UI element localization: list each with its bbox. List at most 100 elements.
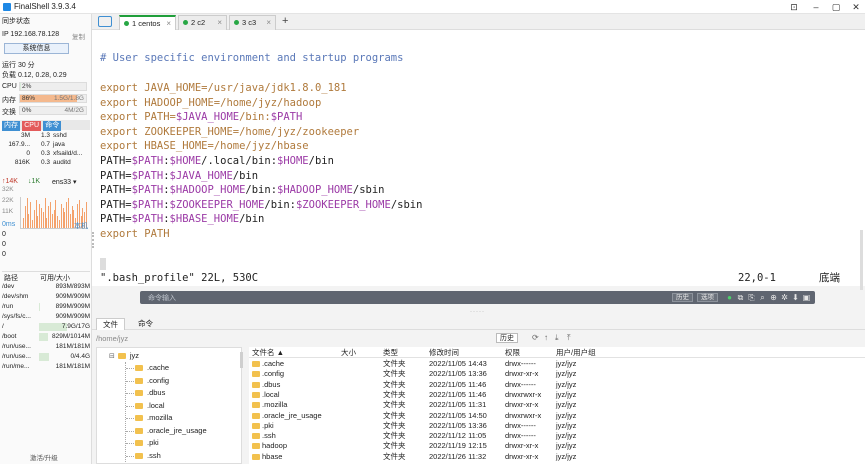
tab-files[interactable]: 文件 [96, 318, 125, 330]
upload-icon[interactable]: ⤒ [567, 333, 571, 343]
system-info-button[interactable]: 系统信息 [4, 43, 69, 54]
pin-icon[interactable]: ⊡ [787, 1, 801, 13]
tab-sort-cmd[interactable]: 命令 [43, 121, 62, 131]
terminal[interactable]: # User specific environment and startup … [92, 30, 865, 290]
history-button[interactable]: 历史 [672, 293, 693, 302]
disk-row[interactable]: /boot 829M/1014M [2, 332, 90, 342]
file-row[interactable]: .mozilla 文件夹 2022/11/05 11:31 drwxr-xr-x jyz… [249, 400, 865, 410]
tab-session-1[interactable]: 1 centos × [119, 15, 176, 30]
copy-ip-link[interactable]: 复制 [72, 31, 85, 41]
latency-host[interactable]: 本机 [74, 221, 88, 231]
process-cmd: xfsaild/d... [53, 150, 83, 157]
disk-row[interactable]: /sys/fs/c... 909M/909M [2, 312, 90, 322]
tree-guide [126, 380, 134, 382]
disk-row[interactable]: / 7.9G/17G [2, 322, 90, 332]
sync-status[interactable]: 同步状态 [2, 16, 30, 26]
up-dir-icon[interactable]: ↑ [544, 333, 548, 342]
panel-resize-handle[interactable] [92, 232, 94, 248]
tree-label: jyz [129, 351, 140, 360]
terminal-line: PATH=$PATH:$JAVA_HOME/bin [100, 169, 259, 182]
close-tab-icon[interactable]: × [266, 16, 271, 30]
disk-row[interactable]: /run/use... 0/4.4G [2, 352, 90, 362]
tree-scrollbar[interactable] [240, 352, 243, 368]
file-row[interactable]: .dbus 文件夹 2022/11/05 11:46 drwx------ jyz/jy… [249, 380, 865, 390]
path-input[interactable]: /home/jyz [96, 334, 128, 343]
terminal-line: export PATH [100, 228, 170, 240]
close-tab-icon[interactable]: × [217, 16, 222, 30]
command-input[interactable]: 命令输入 [148, 293, 176, 303]
disk-size: 909M/909M [55, 313, 90, 320]
col-name[interactable]: 文件名 ▲ [252, 347, 284, 358]
tree-item[interactable]: .config [135, 375, 169, 386]
tree-root[interactable]: ⊟ jyz [109, 350, 139, 361]
disk-size: 7.9G/17G [61, 323, 90, 330]
zoom-icon[interactable]: ⊕ [769, 293, 778, 302]
tree-item[interactable]: .ssh [135, 450, 161, 461]
tree-item[interactable]: .local [135, 400, 165, 411]
disk-row[interactable]: /run/me... 181M/181M [2, 362, 90, 372]
tree-item[interactable]: .mozilla [135, 412, 172, 423]
clipboard-icon[interactable]: ⎘ [747, 293, 756, 302]
refresh-icon[interactable]: ⟳ [532, 333, 539, 342]
process-row[interactable]: 0 0.3 xfsaild/d... [2, 149, 90, 158]
file-row[interactable]: hbase 文件夹 2022/11/26 11:32 drwxr-xr-x jyz/jy… [249, 452, 865, 462]
tab-sort-mem[interactable]: 内存 [2, 121, 20, 131]
cpu-meter: 2% [19, 82, 87, 91]
disk-row[interactable]: /dev 893M/893M [2, 282, 90, 292]
maximize-button[interactable]: ▢ [829, 1, 843, 13]
disk-row[interactable]: /run/use... 181M/181M [2, 342, 90, 352]
file-row[interactable]: .cache 文件夹 2022/11/05 14:43 drwx------ jyz/j… [249, 359, 865, 369]
file-row[interactable]: .local 文件夹 2022/11/05 11:46 drwxrwxr-x jyz/j… [249, 390, 865, 400]
disk-usage-fill [39, 353, 50, 361]
close-tab-icon[interactable]: × [166, 17, 171, 31]
tab-session-3[interactable]: 3 c3 × [229, 15, 276, 30]
tree-item[interactable]: .dbus [135, 387, 165, 398]
file-row[interactable]: .pki 文件夹 2022/11/05 13:36 drwx------ jyz/jyz [249, 421, 865, 431]
search-icon[interactable]: ⌕ [758, 293, 767, 302]
add-tab-icon[interactable]: + [282, 15, 288, 27]
path-history-button[interactable]: 历史 [496, 333, 518, 343]
terminal-scrollbar[interactable] [860, 230, 863, 290]
file-row[interactable]: .ssh 文件夹 2022/11/12 11:05 drwx------ jyz/jyz [249, 431, 865, 441]
tab-session-2[interactable]: 2 c2 × [178, 15, 227, 30]
col-perm[interactable]: 权限 [505, 347, 520, 358]
close-button[interactable]: ✕ [849, 1, 863, 13]
col-mtime[interactable]: 修改时间 [429, 347, 459, 358]
fullscreen-icon[interactable]: ▣ [802, 293, 811, 302]
arrow-down-icon[interactable]: ⬇ [791, 293, 800, 302]
tree-item[interactable]: .cache [135, 362, 169, 373]
options-button[interactable]: 选项 [697, 293, 718, 302]
file-row[interactable]: .oracle_jre_usage 文件夹 2022/11/05 14:50 drwx… [249, 411, 865, 421]
split-handle[interactable]: ····· [470, 309, 485, 315]
disk-row[interactable]: /dev/shm 909M/909M [2, 292, 90, 302]
file-row[interactable]: hadoop 文件夹 2022/11/19 12:15 drwxr-xr-x jyz/j… [249, 441, 865, 451]
file-list[interactable]: 文件名 ▲ 大小 类型 修改时间 权限 用户/用户组 .cache 文件夹 2022… [249, 347, 865, 464]
gear-icon[interactable]: ✲ [780, 293, 789, 302]
net-scale-top: 32K [2, 186, 14, 193]
minimize-button[interactable]: – [809, 1, 823, 13]
collapse-icon[interactable]: ⊟ [109, 353, 115, 360]
col-type[interactable]: 类型 [383, 347, 398, 358]
process-row[interactable]: 816K 0.3 auditd [2, 158, 90, 167]
disk-row[interactable]: /run 899M/909M [2, 302, 90, 312]
disk-path: /dev [2, 283, 15, 290]
connected-dot-icon [234, 20, 239, 25]
net-interface-select[interactable]: ens33 ▾ [52, 178, 77, 186]
tab-sort-cpu[interactable]: CPU [22, 121, 42, 131]
command-input-bar[interactable]: 命令输入 历史 选项 ● ⧉ ⎘ ⌕ ⊕ ✲ ⬇ ▣ [140, 291, 815, 304]
directory-tree[interactable]: ⊟ jyz .cache .config .dbus .local .mozilla .or… [96, 347, 242, 464]
file-row[interactable]: .config 文件夹 2022/11/05 13:36 drwxr-xr-x jyz/… [249, 369, 865, 379]
open-folder-icon[interactable] [98, 16, 112, 27]
col-size[interactable]: 大小 [341, 347, 356, 358]
col-owner[interactable]: 用户/用户组 [556, 347, 596, 358]
latency-value: 0 [2, 241, 6, 248]
process-row[interactable]: 3M 1.3 sshd [2, 131, 90, 140]
copy-icon[interactable]: ⧉ [736, 293, 745, 302]
tab-commands[interactable]: 命令 [132, 318, 159, 330]
process-row[interactable]: 167.9... 0.7 java [2, 140, 90, 149]
download-icon[interactable]: ⤓ [555, 333, 559, 343]
upgrade-link[interactable]: 激活/升级 [30, 452, 58, 462]
tree-item[interactable]: .oracle_jre_usage [135, 425, 207, 436]
file-mtime: 2022/11/05 13:36 [429, 369, 487, 379]
tree-item[interactable]: .pki [135, 437, 159, 448]
